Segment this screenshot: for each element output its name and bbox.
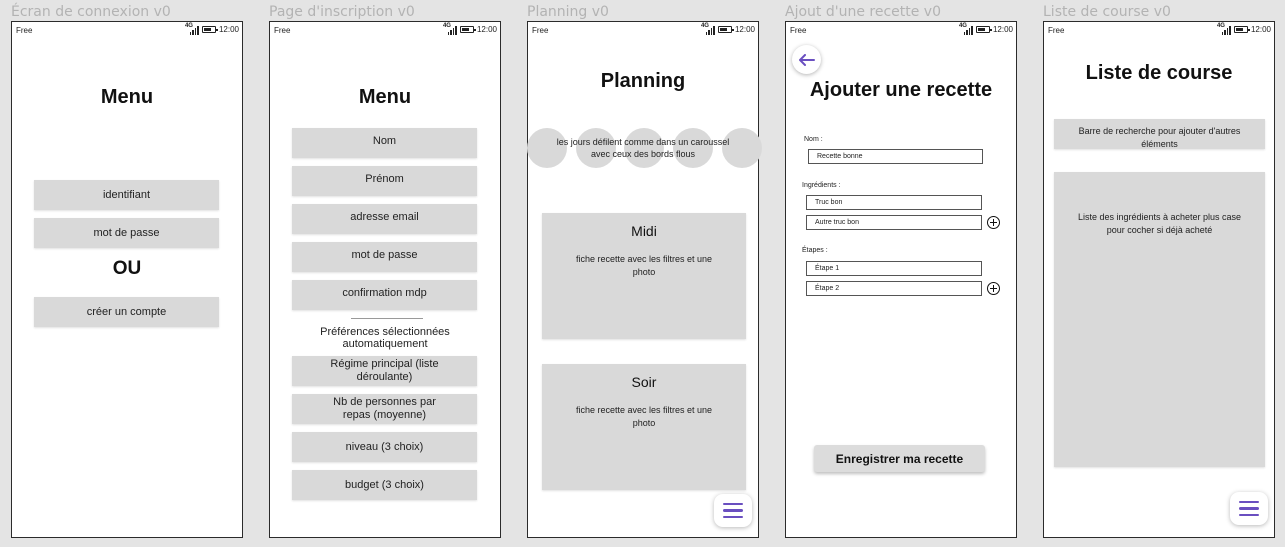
dinner-title: Soir (631, 374, 657, 390)
signal-icon: 4G (959, 23, 973, 35)
clock: 12:00 (734, 25, 755, 34)
signal-icon: 4G (443, 23, 457, 35)
lunch-recipe-card[interactable]: Midi fiche recette avec les filtres et u… (542, 213, 746, 339)
ingredients-list[interactable]: Liste des ingrédients à acheter plus cas… (1054, 172, 1265, 467)
carrier-label: Free (790, 26, 807, 35)
clock: 12:00 (1250, 25, 1271, 34)
screen-add-recipe: Free 4G 12:00 Ajouter une recette Nom : … (785, 21, 1017, 538)
frame-title-add-recipe: Ajout d'une recette v0 (785, 4, 941, 20)
signal-icon: 4G (1217, 23, 1231, 35)
battery-icon (717, 26, 734, 33)
lunch-description: fiche recette avec les filtres et une ph… (575, 254, 713, 277)
level-select[interactable]: niveau (3 choix) (292, 432, 477, 462)
clock: 12:00 (218, 25, 239, 34)
carrier-label: Free (16, 26, 33, 35)
budget-select[interactable]: budget (3 choix) (292, 470, 477, 500)
name-label: Nom : (804, 136, 823, 143)
carrier-label: Free (274, 26, 291, 35)
page-title: Ajouter une recette (809, 79, 993, 101)
steps-label: Étapes : (802, 247, 828, 254)
carrier-label: Free (1048, 26, 1065, 35)
or-separator: OU (112, 258, 142, 279)
carrier-label: Free (532, 26, 549, 35)
search-bar[interactable]: Barre de recherche pour ajouter d'autres… (1054, 119, 1265, 149)
battery-icon (201, 26, 218, 33)
add-ingredient-icon[interactable] (987, 216, 1000, 229)
last-name-field[interactable]: Nom (292, 128, 477, 158)
servings-field[interactable]: Nb de personnes par repas (moyenne) (292, 394, 477, 424)
confirm-password-field[interactable]: confirmation mdp (292, 280, 477, 310)
add-step-icon[interactable] (987, 282, 1000, 295)
design-canvas: Écran de connexion v0 Free 4G 12:00 Menu… (0, 0, 1285, 547)
clock: 12:00 (476, 25, 497, 34)
signal-icon: 4G (185, 23, 199, 35)
page-title: Menu (358, 86, 412, 108)
battery-icon (459, 26, 476, 33)
first-name-field[interactable]: Prénom (292, 166, 477, 196)
identifier-field[interactable]: identifiant (34, 180, 219, 210)
screen-planning: Free 4G 12:00 Planning les jours défilen… (527, 21, 762, 538)
battery-icon (1233, 26, 1250, 33)
search-bar-description: Barre de recherche pour ajouter d'autres… (1078, 126, 1241, 149)
screen-shopping-list: Free 4G 12:00 Liste de course Barre de r… (1043, 21, 1275, 538)
step-input[interactable]: Étape 1 (806, 261, 982, 276)
step-input[interactable]: Étape 2 (806, 281, 982, 296)
status-bar: Free 4G 12:00 (270, 22, 500, 38)
frame-title-signup: Page d'inscription v0 (269, 4, 415, 20)
signal-icon: 4G (701, 23, 715, 35)
status-bar: Free 4G 12:00 (12, 22, 242, 38)
ingredient-input[interactable]: Truc bon (806, 195, 982, 210)
clock: 12:00 (992, 25, 1013, 34)
status-bar: Free 4G 12:00 (528, 22, 758, 38)
screen-login: Free 4G 12:00 Menu identifiant mot de pa… (11, 21, 243, 538)
frame-title-shopping-list: Liste de course v0 (1043, 4, 1171, 20)
create-account-button[interactable]: créer un compte (34, 297, 219, 327)
preferences-heading: Préférences sélectionnées automatiquemen… (320, 326, 450, 350)
ingredients-list-description: Liste des ingrédients à acheter plus cas… (1077, 212, 1242, 235)
frame-title-login: Écran de connexion v0 (11, 4, 171, 20)
frame-title-planning: Planning v0 (527, 4, 609, 20)
dinner-recipe-card[interactable]: Soir fiche recette avec les filtres et u… (542, 364, 746, 490)
divider (351, 318, 423, 319)
email-field[interactable]: adresse email (292, 204, 477, 234)
page-title: Planning (600, 70, 686, 92)
battery-icon (975, 26, 992, 33)
lunch-title: Midi (631, 223, 657, 239)
dinner-description: fiche recette avec les filtres et une ph… (575, 405, 713, 428)
ingredients-label: Ingrédients : (802, 182, 841, 189)
password-field[interactable]: mot de passe (292, 242, 477, 272)
status-bar: Free 4G 12:00 (1044, 22, 1274, 38)
diet-select[interactable]: Régime principal (liste déroulante) (292, 356, 477, 386)
hamburger-menu-icon[interactable] (1230, 492, 1268, 525)
carousel-description: les jours défilent comme dans un carouss… (556, 137, 730, 159)
arrow-left-icon[interactable] (792, 45, 821, 74)
save-recipe-button[interactable]: Enregistrer ma recette (814, 445, 985, 472)
page-title: Liste de course (1085, 62, 1233, 84)
status-bar: Free 4G 12:00 (786, 22, 1016, 38)
recipe-name-input[interactable]: Recette bonne (808, 149, 983, 164)
password-field[interactable]: mot de passe (34, 218, 219, 248)
page-title: Menu (100, 86, 154, 108)
hamburger-menu-icon[interactable] (714, 494, 752, 527)
ingredient-input[interactable]: Autre truc bon (806, 215, 982, 230)
screen-signup: Free 4G 12:00 Menu Nom Prénom adresse em… (269, 21, 501, 538)
